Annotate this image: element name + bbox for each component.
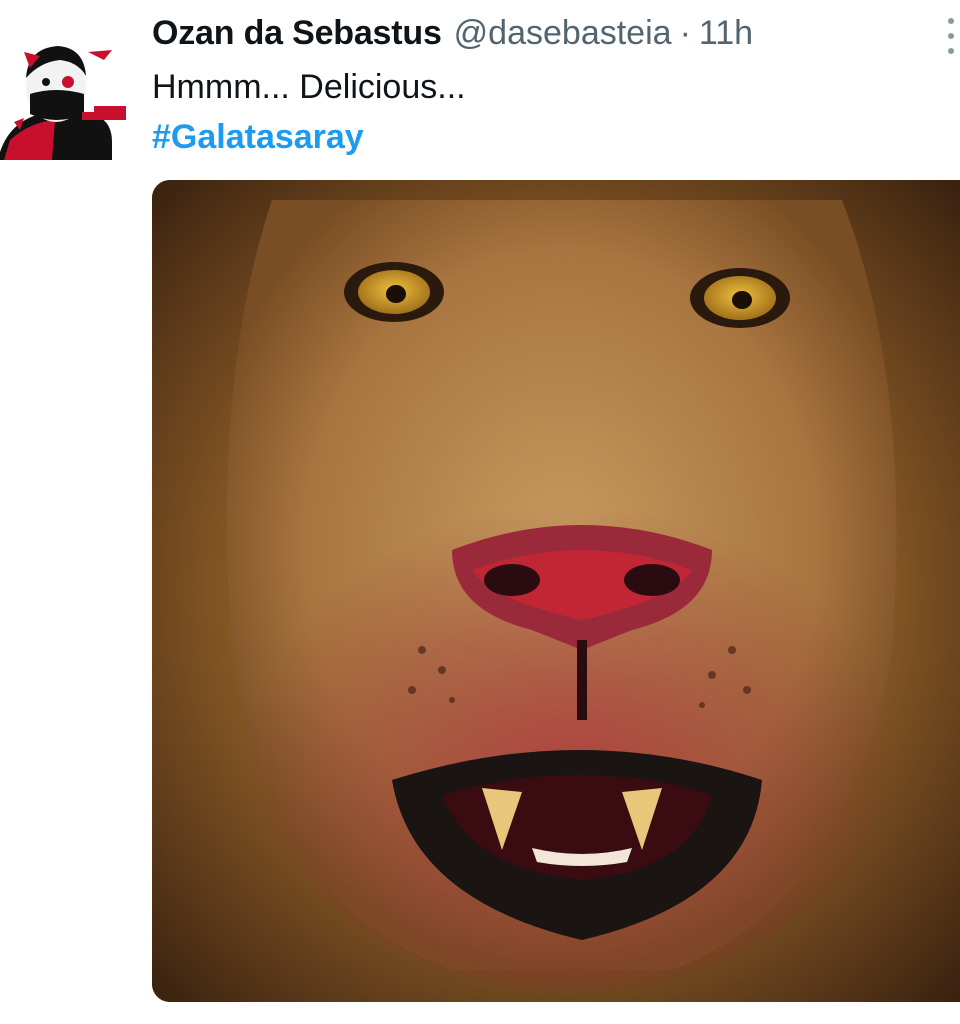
tweet-header: Ozan da Sebastus @dasebasteia · 11h — [152, 14, 753, 58]
separator-dot: · — [679, 14, 691, 52]
more-vertical-icon[interactable] — [942, 18, 960, 54]
tweet[interactable]: Ozan da Sebastus @dasebasteia · 11h Hmmm… — [0, 0, 960, 1024]
author-display-name[interactable]: Ozan da Sebastus — [152, 14, 442, 53]
author-handle[interactable]: @dasebasteia — [454, 14, 672, 53]
more-dot — [948, 48, 954, 54]
hashtag-link[interactable]: #Galatasaray — [152, 118, 364, 157]
tweet-text: Hmmm... Delicious... — [152, 68, 466, 106]
tweet-timestamp[interactable]: 11h — [699, 14, 753, 53]
photo-lion-icon — [152, 180, 960, 1002]
tweet-media-image[interactable] — [152, 180, 960, 1002]
avatar-icon — [0, 46, 126, 160]
avatar[interactable] — [0, 22, 130, 160]
more-dot — [948, 18, 954, 24]
more-dot — [948, 33, 954, 39]
